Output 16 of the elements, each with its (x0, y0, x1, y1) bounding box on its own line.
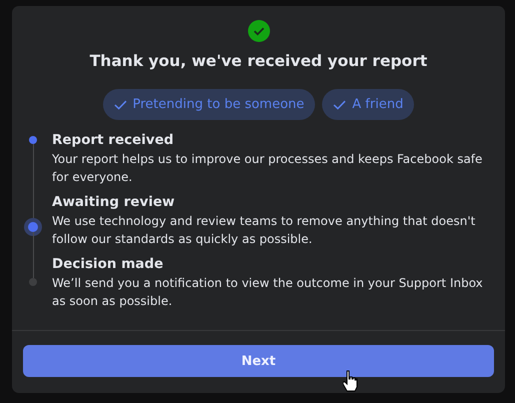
hand-cursor-icon (343, 370, 359, 392)
step-description: Your report helps us to improve our processes and keeps Facebook safe for everyone. (52, 151, 484, 186)
step-dot-icon (28, 222, 38, 232)
check-circle-icon (248, 20, 270, 42)
check-icon (333, 100, 346, 110)
step-description: We use technology and review teams to remove anything that doesn't follow our standards as quickly as possible. (52, 213, 476, 248)
dialog-title: Thank you, we've received your report (90, 52, 428, 70)
tag-chip: A friend (322, 89, 414, 120)
step-dot-icon (29, 136, 37, 144)
step-title: Report received (52, 131, 175, 150)
step-description: We’ll send you a notification to view the outcome in your Support Inbox as soon as possible. (52, 275, 484, 310)
step-title: Awaiting review (52, 193, 176, 212)
step-title: Decision made (52, 255, 164, 274)
check-icon (114, 100, 127, 110)
tag-chip: Pretending to be someone (102, 89, 316, 120)
next-button[interactable]: Next (23, 345, 494, 377)
